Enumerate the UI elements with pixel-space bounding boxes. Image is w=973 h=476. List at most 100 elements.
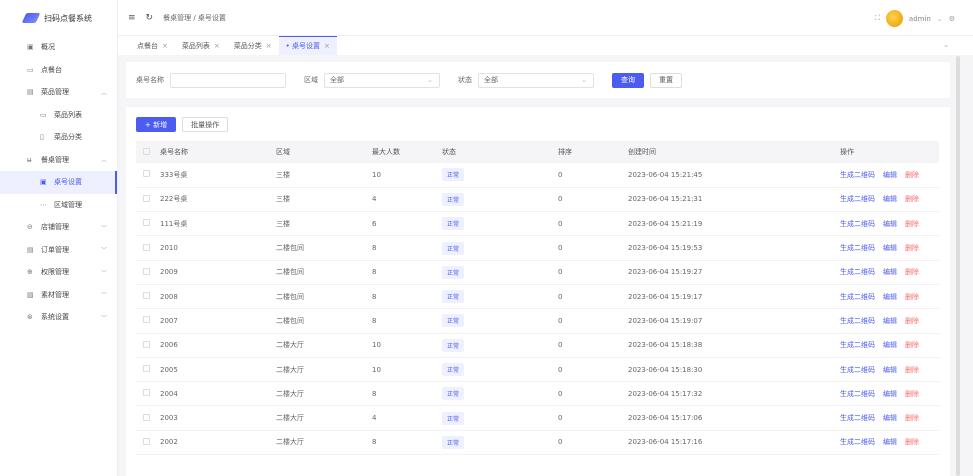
row-checkbox[interactable] [143,170,150,178]
reset-button[interactable]: 重置 [650,72,682,88]
table-row: 2006 二楼大厅 10 正常 0 2023-06-04 15:18:38 生成… [136,333,939,358]
row-checkbox[interactable] [143,292,150,300]
edit-link[interactable]: 编辑 [883,438,897,446]
qr-link[interactable]: 生成二维码 [840,220,875,228]
breadcrumb-item[interactable]: 餐桌管理 [163,14,191,22]
status-select[interactable]: 全部 ⌄ [478,72,594,88]
row-checkbox[interactable] [143,219,150,227]
edit-link[interactable]: 编辑 [883,414,897,422]
delete-link[interactable]: 删除 [905,366,919,374]
delete-link[interactable]: 删除 [905,317,919,325]
row-checkbox[interactable] [143,437,150,445]
delete-link[interactable]: 删除 [905,341,919,349]
qr-link[interactable]: 生成二维码 [840,390,875,398]
cell-name: 2004 [160,381,276,407]
delete-link[interactable]: 删除 [905,268,919,276]
qr-link[interactable]: 生成二维码 [840,317,875,325]
tab-label: 菜品列表 [181,41,210,50]
gear-icon[interactable]: ⚙ [949,15,955,23]
qr-link[interactable]: 生成二维码 [840,171,875,179]
chevron-down-icon[interactable]: ⌄ [943,41,949,49]
status-badge: 正常 [442,241,465,255]
cell-created: 2023-06-04 15:21:31 [628,187,840,213]
sidebar-item[interactable]: ▤ 订单管理 ﹀ [0,239,117,262]
edit-link[interactable]: 编辑 [883,268,897,276]
qr-link[interactable]: 生成二维码 [840,341,875,349]
edit-link[interactable]: 编辑 [883,195,897,203]
edit-link[interactable]: 编辑 [883,390,897,398]
sidebar-item[interactable]: ▣ 概况 [0,36,117,59]
sidebar-item[interactable]: ▭ 菜品列表 [0,104,117,127]
monitor-icon: ▭ [27,65,34,74]
sidebar-item[interactable]: ▤ 菜品管理 ︿ [0,81,117,104]
close-icon[interactable]: × [324,42,330,50]
delete-link[interactable]: 删除 [905,438,919,446]
edit-link[interactable]: 编辑 [883,220,897,228]
cell-max: 8 [372,284,442,310]
row-checkbox[interactable] [143,389,150,397]
sidebar-item[interactable]: ʉ 餐桌管理 ︿ [0,149,117,172]
delete-link[interactable]: 删除 [905,220,919,228]
delete-link[interactable]: 删除 [905,195,919,203]
scrollbar[interactable] [956,56,960,476]
qr-link[interactable]: 生成二维码 [840,414,875,422]
name-input[interactable] [170,72,286,88]
area-select[interactable]: 全部 ⌄ [324,72,440,88]
add-button[interactable]: + 新增 [136,117,177,132]
avatar[interactable] [885,10,903,27]
row-checkbox[interactable] [143,340,150,348]
refresh-icon[interactable]: ↻ [146,13,154,23]
edit-link[interactable]: 编辑 [883,341,897,349]
delete-link[interactable]: 删除 [905,171,919,179]
row-checkbox[interactable] [143,194,150,202]
cell-area: 二楼包间 [276,235,372,261]
delete-link[interactable]: 删除 [905,390,919,398]
tab[interactable]: 菜品分类 × [227,36,279,55]
sidebar-item[interactable]: ▨ 素材管理 ﹀ [0,284,117,307]
sidebar-item[interactable]: ⊕ 权限管理 ﹀ [0,261,117,284]
select-all-checkbox[interactable] [143,147,150,155]
sidebar-item-label: 素材管理 [41,290,69,299]
row-checkbox[interactable] [143,267,150,275]
sidebar-item[interactable]: ▣ 桌号设置 [0,171,117,194]
row-checkbox[interactable] [143,316,150,324]
col-name: 桌号名称 [160,141,276,163]
row-checkbox[interactable] [143,413,150,421]
close-icon[interactable]: × [162,42,168,50]
qr-link[interactable]: 生成二维码 [840,268,875,276]
menu-toggle-icon[interactable]: ≡ [128,13,136,23]
edit-link[interactable]: 编辑 [883,317,897,325]
fullscreen-icon[interactable]: ⛶ [875,14,880,23]
cell-sort: 0 [558,405,628,431]
table-row: 2008 二楼包间 8 正常 0 2023-06-04 15:19:17 生成二… [136,284,939,310]
edit-link[interactable]: 编辑 [883,244,897,252]
tab[interactable]: 菜品列表 × [175,36,227,55]
qr-link[interactable]: 生成二维码 [840,438,875,446]
edit-link[interactable]: 编辑 [883,366,897,374]
dots-icon: ⋯ [40,200,47,209]
delete-link[interactable]: 删除 [905,293,919,301]
row-checkbox[interactable] [143,243,150,251]
sidebar-item[interactable]: ⊖ 店铺管理 ﹀ [0,216,117,239]
row-checkbox[interactable] [143,365,150,373]
sidebar-item[interactable]: ▯ 菜品分类 [0,126,117,149]
sidebar-item[interactable]: ⊛ 系统设置 ﹀ [0,306,117,329]
delete-link[interactable]: 删除 [905,244,919,252]
status-label: 状态 [458,76,472,84]
qr-link[interactable]: 生成二维码 [840,293,875,301]
tab[interactable]: 点餐台 × [130,36,175,55]
edit-link[interactable]: 编辑 [883,171,897,179]
close-icon[interactable]: × [266,42,272,50]
user-menu[interactable]: admin [909,15,931,23]
query-button[interactable]: 查询 [612,72,644,88]
delete-link[interactable]: 删除 [905,414,919,422]
close-icon[interactable]: × [214,42,220,50]
qr-link[interactable]: 生成二维码 [840,244,875,252]
qr-link[interactable]: 生成二维码 [840,366,875,374]
batch-button[interactable]: 批量操作 [182,117,229,132]
sidebar-item[interactable]: ⋯ 区域管理 [0,194,117,217]
qr-link[interactable]: 生成二维码 [840,195,875,203]
sidebar-item[interactable]: ▭ 点餐台 [0,59,117,82]
edit-link[interactable]: 编辑 [883,293,897,301]
tab[interactable]: • 桌号设置 × [278,36,337,55]
